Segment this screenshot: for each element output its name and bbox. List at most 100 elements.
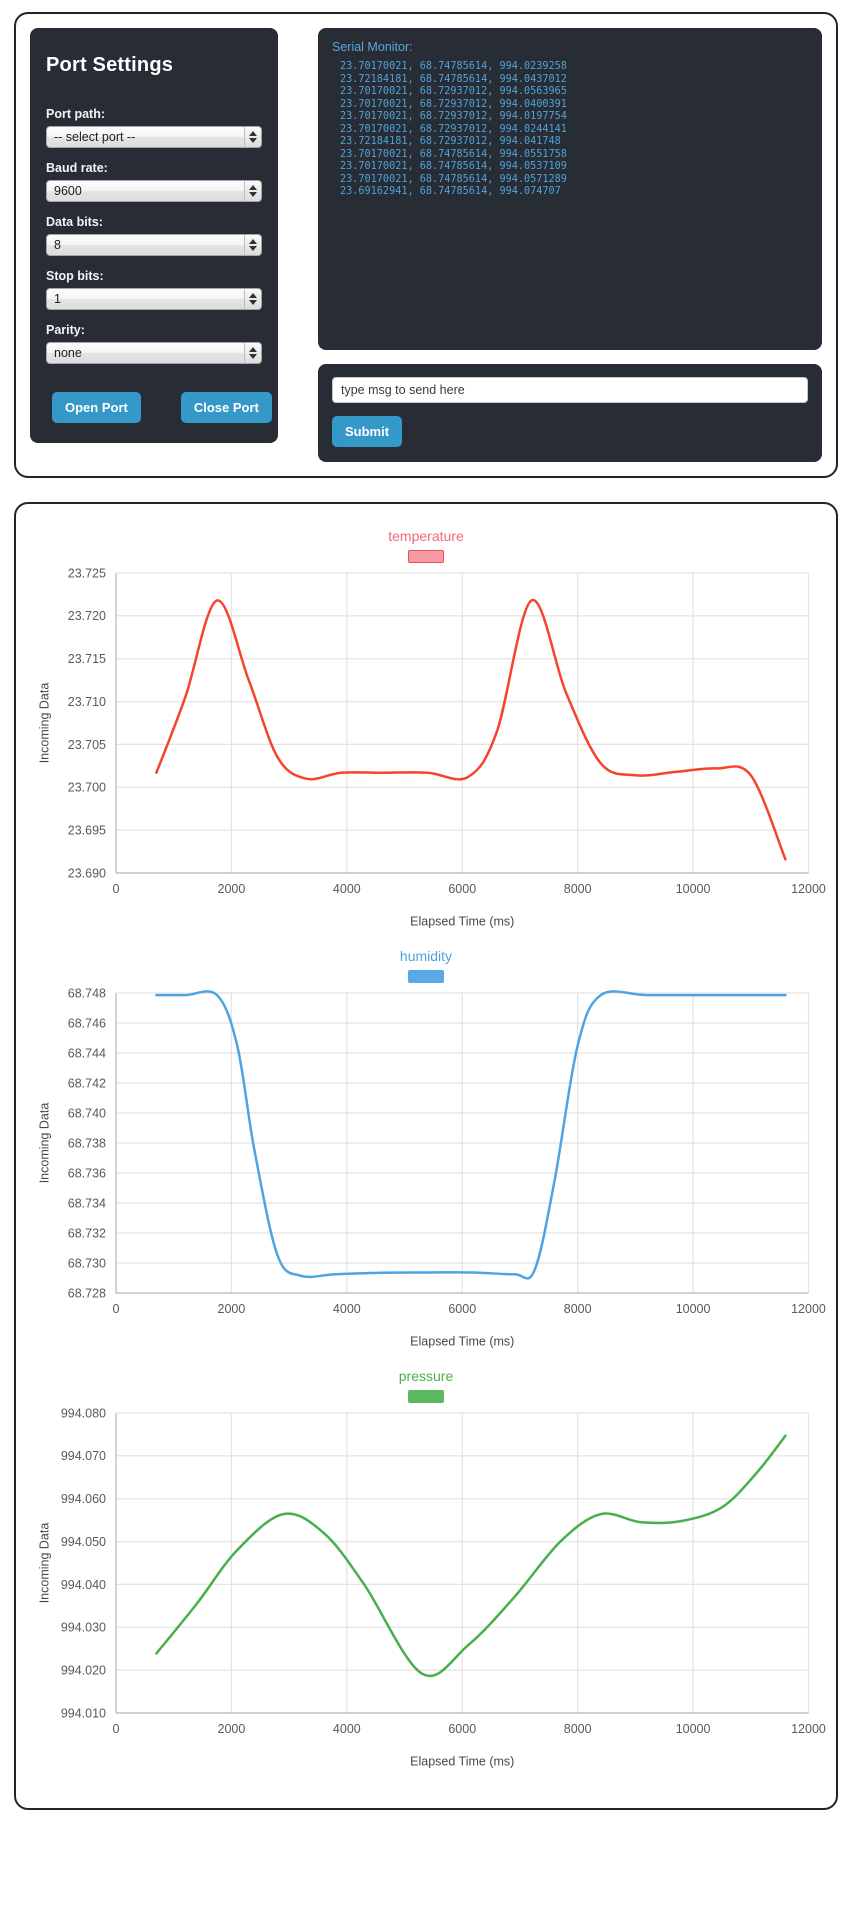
charts-card: temperature 23.690 23.695 23.700 23.705 23.7… [14, 502, 838, 1810]
temperature-chart-title: temperature [388, 528, 464, 544]
port-settings-title: Port Settings [46, 54, 174, 76]
parity-select[interactable]: none [46, 342, 262, 364]
humidity-chart: 68.728 68.730 68.732 68.734 68.736 68.738 68.7… [38, 986, 826, 1348]
x-tick-label: 2000 [218, 882, 246, 896]
close-port-button[interactable]: Close Port [180, 392, 272, 423]
serial-monitor-line: 23.69162941, 68.74785614, 994.074707 [340, 186, 561, 198]
connection-card: Port Settings Port path: -- select port … [14, 12, 838, 478]
x-tick-label: 10000 [676, 1302, 711, 1316]
x-tick-label: 8000 [564, 1722, 592, 1736]
parity-field: Parity: none [46, 323, 262, 364]
pressure-chart-block: pressure 994.010 994.020 994.030 994.040 994… [26, 1368, 826, 1778]
x-tick-label: 12000 [791, 1722, 826, 1736]
port-path-select[interactable]: -- select port -- [46, 126, 262, 148]
humidity-chart-title: humidity [399, 948, 453, 964]
serial-monitor-line: 23.70170021, 68.72937012, 994.0244141 [340, 123, 567, 135]
open-port-button[interactable]: Open Port [52, 392, 141, 423]
app-root: Port Settings Port path: -- select port … [0, 0, 852, 1822]
x-tick-label: 10000 [676, 1722, 711, 1736]
y-tick-label: 23.700 [68, 781, 106, 795]
y-axis-label: Incoming Data [38, 1103, 52, 1184]
baud-rate-label: Baud rate: [46, 161, 108, 175]
x-tick-label: 10000 [676, 882, 711, 896]
y-tick-label: 994.080 [61, 1406, 106, 1420]
port-path-field: Port path: -- select port -- [46, 107, 262, 148]
y-axis-label: Incoming Data [38, 683, 52, 764]
serial-monitor-line: 23.70170021, 68.74785614, 994.0537109 [340, 161, 567, 173]
y-tick-label: 68.748 [68, 986, 106, 1000]
x-tick-label: 4000 [333, 882, 361, 896]
data-bits-select[interactable]: 8 [46, 234, 262, 256]
serial-monitor-line: 23.70170021, 68.74785614, 994.0551758 [340, 148, 567, 160]
submit-button[interactable]: Submit [332, 416, 403, 447]
x-tick-label: 12000 [791, 882, 826, 896]
y-tick-label: 68.728 [68, 1286, 106, 1300]
serial-monitor-output: 23.70170021, 68.74785614, 994.0239258 23.… [332, 61, 808, 199]
x-tick-label: 8000 [564, 1302, 592, 1316]
y-tick-label: 68.742 [68, 1076, 106, 1090]
humidity-chart-block: humidity 68.728 68.730 68.732 68.734 68.736 6… [26, 948, 826, 1358]
port-action-buttons: Open Port Close Port [46, 392, 272, 423]
x-tick-label: 4000 [333, 1302, 361, 1316]
serial-monitor-line: 23.70170021, 68.74785614, 994.0239258 [340, 61, 567, 72]
y-tick-label: 68.746 [68, 1016, 106, 1030]
y-tick-label: 68.730 [68, 1256, 106, 1270]
x-axis-label: Elapsed Time (ms) [410, 915, 514, 929]
y-tick-label: 994.020 [61, 1664, 106, 1678]
x-tick-label: 2000 [218, 1302, 246, 1316]
stop-bits-select[interactable]: 1 [46, 288, 262, 310]
baud-rate-field: Baud rate: 9600 [46, 161, 262, 202]
x-axis-label: Elapsed Time (ms) [410, 1755, 514, 1769]
humidity-legend-swatch[interactable] [408, 970, 444, 983]
x-tick-label: 4000 [333, 1722, 361, 1736]
x-tick-label: 8000 [564, 882, 592, 896]
stop-bits-field: Stop bits: 1 [46, 269, 262, 310]
stop-bits-label: Stop bits: [46, 269, 104, 283]
y-tick-label: 23.720 [68, 609, 106, 623]
baud-rate-select[interactable]: 9600 [46, 180, 262, 202]
x-tick-label: 0 [113, 1302, 120, 1316]
pressure-chart-title: pressure [398, 1368, 454, 1384]
data-bits-field: Data bits: 8 [46, 215, 262, 256]
x-tick-label: 6000 [448, 1302, 476, 1316]
serial-monitor-panel[interactable]: Serial Monitor: 23.70170021, 68.74785614… [318, 28, 822, 350]
y-tick-label: 23.715 [68, 652, 106, 666]
y-axis-label: Incoming Data [38, 1523, 52, 1604]
send-message-input[interactable] [332, 377, 808, 403]
serial-monitor-column: Serial Monitor: 23.70170021, 68.74785614… [318, 28, 822, 462]
y-tick-label: 23.705 [68, 738, 106, 752]
y-tick-label: 994.050 [61, 1535, 106, 1549]
send-message-panel: Submit [318, 364, 822, 462]
port-path-label: Port path: [46, 107, 106, 121]
y-tick-label: 23.710 [68, 695, 106, 709]
x-tick-label: 12000 [791, 1302, 826, 1316]
series-line [155, 599, 787, 861]
y-tick-label: 68.736 [68, 1166, 106, 1180]
y-tick-label: 994.070 [61, 1449, 106, 1463]
y-tick-label: 994.040 [61, 1578, 106, 1592]
y-tick-label: 23.725 [68, 566, 106, 580]
y-tick-label: 68.734 [68, 1196, 106, 1210]
serial-monitor-line: 23.70170021, 68.74785614, 994.0571289 [340, 173, 567, 185]
y-tick-label: 23.690 [68, 866, 106, 880]
data-bits-label: Data bits: [46, 215, 103, 229]
y-tick-label: 994.030 [61, 1621, 106, 1635]
parity-label: Parity: [46, 323, 85, 337]
serial-monitor-line: 23.70170021, 68.72937012, 994.0400391 [340, 98, 567, 110]
temperature-legend-swatch[interactable] [408, 550, 444, 563]
temperature-chart: 23.690 23.695 23.700 23.705 23.710 23.715 23.7… [38, 566, 826, 929]
series-line [155, 1434, 787, 1677]
y-tick-label: 994.060 [61, 1492, 106, 1506]
y-tick-label: 23.695 [68, 824, 106, 838]
port-settings-panel: Port Settings Port path: -- select port … [30, 28, 278, 443]
y-tick-label: 68.732 [68, 1226, 106, 1240]
serial-monitor-title: Serial Monitor: [332, 40, 413, 54]
series-line [155, 990, 787, 1280]
y-tick-label: 994.010 [61, 1706, 106, 1720]
temperature-chart-block: temperature 23.690 23.695 23.700 23.705 23.7… [26, 528, 826, 938]
y-tick-label: 68.740 [68, 1106, 106, 1120]
serial-monitor-line: 23.70170021, 68.72937012, 994.0197754 [340, 111, 567, 123]
pressure-legend-swatch[interactable] [408, 1390, 444, 1403]
x-tick-label: 2000 [218, 1722, 246, 1736]
serial-monitor-line: 23.72184181, 68.74785614, 994.0437012 [340, 73, 567, 85]
